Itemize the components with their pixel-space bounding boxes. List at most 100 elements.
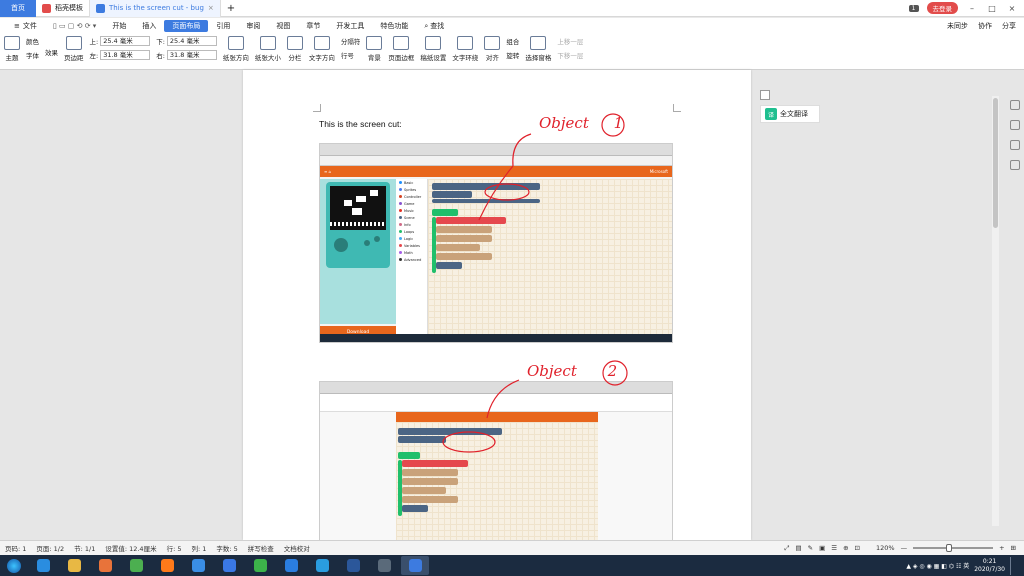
web-view-icon[interactable]: ⊕ [843, 544, 848, 552]
send-backward-button[interactable]: 下移一层 [557, 50, 583, 60]
tab-count-badge[interactable]: 1 [908, 4, 919, 12]
line-numbers-button[interactable]: 行号 [341, 50, 361, 60]
fullscreen-icon[interactable]: ⤢ [784, 544, 789, 553]
taskbar-app[interactable] [401, 556, 429, 575]
full-translate-button[interactable]: 译 全文翻译 [760, 105, 820, 123]
menu-chapter[interactable]: 章节 [298, 18, 328, 34]
columns-button[interactable]: 分栏 [286, 36, 303, 62]
collapse-icon[interactable] [760, 90, 770, 100]
taskbar-app[interactable] [91, 556, 119, 575]
taskbar-app[interactable] [370, 556, 398, 575]
toolbox-item[interactable]: Advanced [396, 256, 427, 263]
menu-insert[interactable]: 插入 [134, 18, 164, 34]
toolbox-item[interactable]: Math [396, 249, 427, 256]
paper-size-button[interactable]: 纸张大小 [255, 36, 281, 62]
taskbar-app[interactable] [246, 556, 274, 575]
taskbar-app[interactable] [215, 556, 243, 575]
background-button[interactable]: 背景 [366, 36, 383, 62]
proofread-button[interactable]: 文档校对 [284, 543, 310, 553]
vertical-scrollbar[interactable] [992, 96, 999, 526]
align-button[interactable]: 对齐 [484, 36, 501, 62]
embedded-screenshot-2[interactable] [319, 381, 673, 542]
menu-references[interactable]: 引用 [208, 18, 238, 34]
close-tab-icon[interactable]: × [208, 4, 214, 12]
page-border-button[interactable]: 页面边框 [388, 36, 414, 62]
tab-document[interactable]: This is the screen cut - bug × [90, 0, 221, 17]
tab-home[interactable]: 首页 [0, 0, 36, 17]
effect-button[interactable]: 效果 [45, 47, 58, 57]
toolbox-item[interactable]: Variables [396, 242, 427, 249]
orientation-button[interactable]: 纸张方向 [223, 36, 249, 62]
menu-page-layout[interactable]: 页面布局 [164, 20, 209, 32]
zoom-slider-knob[interactable] [946, 544, 953, 552]
toolbox-item[interactable]: Controller [396, 193, 427, 200]
zoom-level[interactable]: 120% [876, 544, 895, 552]
read-mode-icon[interactable]: ▤ [796, 544, 802, 552]
taskbar-app[interactable] [277, 556, 305, 575]
embedded-screenshot-1[interactable]: ≡ ⌂ Microsoft Basic Sprites Controller G… [319, 143, 673, 343]
wrap-button[interactable]: 文字环绕 [452, 36, 478, 62]
toolbox-item[interactable]: Basic [396, 179, 427, 186]
share-button[interactable]: 分享 [1002, 21, 1016, 31]
taskbar-app[interactable] [122, 556, 150, 575]
login-button[interactable]: 去登录 [926, 2, 958, 14]
maximize-icon[interactable]: □ [986, 4, 998, 13]
add-tab-button[interactable]: + [221, 0, 241, 17]
text-direction-button[interactable]: 文字方向 [309, 36, 335, 62]
document-page[interactable]: This is the screen cut: ≡ ⌂ Microsoft Ba… [243, 70, 751, 542]
document-text[interactable]: This is the screen cut: [319, 119, 402, 129]
toolbox-item[interactable]: Logic [396, 235, 427, 242]
menu-features[interactable]: 特色功能 [372, 18, 416, 34]
toolbox-item[interactable]: Info [396, 221, 427, 228]
group-button[interactable]: 组合 [506, 36, 519, 46]
format-tool-icon[interactable] [1010, 140, 1020, 150]
page-view-icon[interactable]: ▣ [819, 544, 825, 552]
start-button[interactable] [2, 556, 26, 575]
manuscript-button[interactable]: 稿纸设置 [420, 36, 446, 62]
menu-developer[interactable]: 开发工具 [328, 18, 372, 34]
edit-mode-icon[interactable]: ✎ [808, 544, 813, 552]
style-tool-icon[interactable] [1010, 120, 1020, 130]
right-margin-input[interactable]: 31.8 毫米 [166, 50, 217, 60]
close-icon[interactable]: × [1006, 4, 1018, 13]
toolbox-item[interactable]: Scene [396, 214, 427, 221]
toolbox-item[interactable]: Game [396, 200, 427, 207]
zoom-fit-page-icon[interactable]: ⊞ [1011, 544, 1016, 552]
taskbar-app[interactable] [153, 556, 181, 575]
top-margin-input[interactable]: 25.4 毫米 [100, 36, 151, 46]
select-pane-button[interactable]: 选择窗格 [525, 36, 551, 62]
zoom-in-button[interactable]: + [999, 544, 1004, 552]
margins-button[interactable]: 页边距 [64, 36, 84, 62]
color-button[interactable]: 颜色 [26, 36, 39, 46]
theme-button[interactable]: 主题 [4, 36, 20, 62]
taskbar-app[interactable] [339, 556, 367, 575]
sync-status[interactable]: 未同步 [947, 21, 968, 31]
scrollbar-thumb[interactable] [993, 98, 998, 228]
taskbar-app[interactable] [308, 556, 336, 575]
menu-review[interactable]: 审阅 [238, 18, 268, 34]
word-count[interactable]: 字数: 5 [216, 543, 237, 553]
outline-view-icon[interactable]: ☰ [831, 544, 837, 552]
clock[interactable]: 0:21 2020/7/30 [974, 558, 1005, 574]
show-desktop-button[interactable] [1010, 556, 1014, 575]
search-button[interactable]: ⌕ 查找 [416, 18, 452, 34]
taskbar-app[interactable] [29, 556, 57, 575]
toolbox-item[interactable]: Sprites [396, 186, 427, 193]
zoom-fit-icon[interactable]: ⊡ [855, 544, 860, 552]
font-button[interactable]: 字体 [26, 50, 39, 60]
select-tool-icon[interactable] [1010, 100, 1020, 110]
menu-view[interactable]: 视图 [268, 18, 298, 34]
taskbar-app[interactable] [184, 556, 212, 575]
notification-icons[interactable]: ▲ ◈ ◎ ◉ ▦ ◧ ⌬ ☷ 英 [906, 561, 969, 570]
tab-docer[interactable]: 稻壳模板 [36, 0, 90, 17]
collaborate-button[interactable]: 协作 [978, 21, 992, 31]
minimize-icon[interactable]: – [966, 4, 978, 13]
toolbox-item[interactable]: Loops [396, 228, 427, 235]
settings-tool-icon[interactable] [1010, 160, 1020, 170]
taskbar-app[interactable] [60, 556, 88, 575]
zoom-out-button[interactable]: — [901, 544, 908, 552]
bottom-margin-input[interactable]: 25.4 毫米 [166, 36, 217, 46]
menu-start[interactable]: 开始 [104, 18, 134, 34]
zoom-slider[interactable] [913, 544, 994, 552]
bring-forward-button[interactable]: 上移一层 [557, 36, 583, 46]
